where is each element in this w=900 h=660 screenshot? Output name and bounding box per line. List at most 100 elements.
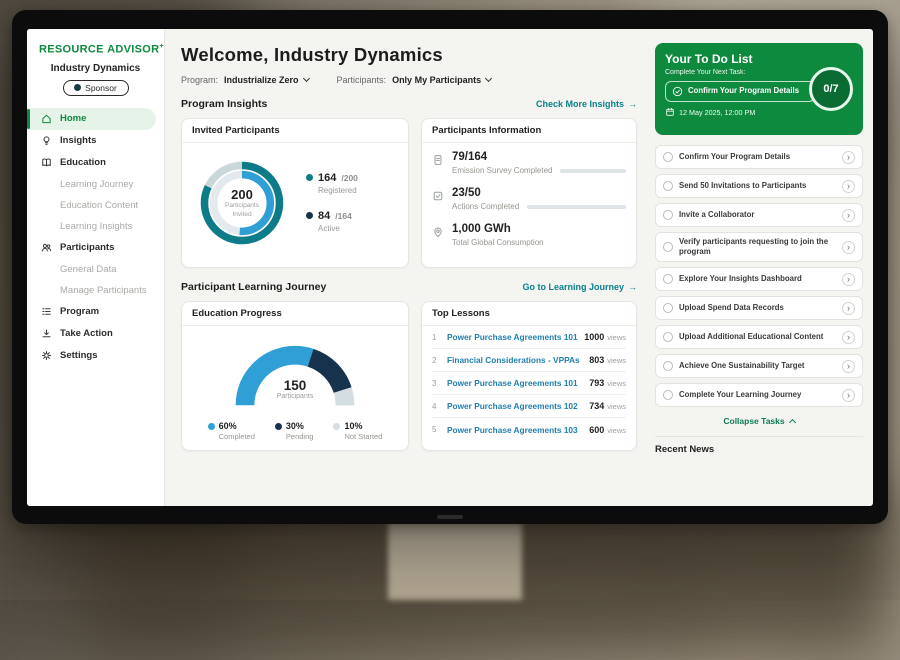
logo-primary: RESOURCE	[39, 44, 104, 56]
todo-task[interactable]: Confirm Your Program Details ›	[655, 145, 863, 169]
sidebar-item-home[interactable]: Home	[27, 108, 156, 130]
chevron-right-icon[interactable]: ›	[842, 241, 855, 254]
task-checkbox[interactable]	[663, 210, 673, 220]
chevron-right-icon[interactable]: ›	[842, 360, 855, 373]
task-label: Upload Spend Data Records	[679, 303, 836, 313]
todo-task[interactable]: Invite a Collaborator ›	[655, 203, 863, 227]
stat-row: 23/50 Actions Completed	[432, 187, 626, 211]
lesson-row: 4 Power Purchase Agreements 102 734views	[432, 395, 626, 418]
next-task-box[interactable]: Confirm Your Program Details	[665, 81, 815, 102]
task-checkbox[interactable]	[663, 274, 673, 284]
chevron-glyph: ›	[847, 391, 850, 400]
lesson-row: 3 Power Purchase Agreements 101 793views	[432, 372, 626, 395]
sponsor-badge[interactable]: Sponsor	[63, 80, 129, 96]
legend-item: 10% Not Started	[333, 421, 382, 441]
lesson-link[interactable]: Financial Considerations - VPPAs	[447, 355, 589, 365]
sidebar-item-insights[interactable]: Insights	[27, 130, 164, 152]
legend-label: Not Started	[344, 432, 382, 441]
check-more-insights-link[interactable]: Check More Insights →	[536, 99, 637, 109]
sidebar-item-take-action[interactable]: Take Action	[27, 323, 164, 345]
sidebar-item-general-data[interactable]: General Data	[27, 259, 164, 280]
program-select-value: Industrialize Zero	[224, 75, 299, 85]
task-checkbox[interactable]	[663, 242, 673, 252]
todo-task[interactable]: Upload Spend Data Records ›	[655, 296, 863, 320]
chevron-glyph: ›	[847, 333, 850, 342]
collapse-tasks-link[interactable]: Collapse Tasks	[655, 416, 863, 426]
gauge-svg	[220, 330, 370, 418]
lesson-row: 2 Financial Considerations - VPPAs 803vi…	[432, 349, 626, 372]
card-title: Participants Information	[422, 119, 636, 143]
go-to-learning-journey-link[interactable]: Go to Learning Journey →	[522, 282, 637, 292]
task-checkbox[interactable]	[663, 332, 673, 342]
sidebar-item-settings[interactable]: Settings	[27, 345, 164, 367]
task-label: Explore Your Insights Dashboard	[679, 274, 836, 284]
sidebar: RESOURCE ADVISOR+ Industry Dynamics Spon…	[27, 29, 165, 506]
sidebar-item-learning-journey[interactable]: Learning Journey	[27, 174, 164, 195]
legend-item: 84 /164 Active	[306, 210, 358, 233]
page-title: Welcome, Industry Dynamics	[181, 44, 649, 66]
task-checkbox[interactable]	[663, 361, 673, 371]
stat-value: 23/50	[452, 187, 626, 199]
legend-label: Pending	[286, 432, 314, 441]
todo-task[interactable]: Explore Your Insights Dashboard ›	[655, 267, 863, 291]
sidebar-item-manage-participants[interactable]: Manage Participants	[27, 280, 164, 301]
chevron-glyph: ›	[847, 211, 850, 220]
arrow-right-icon: →	[628, 99, 637, 109]
todo-task[interactable]: Verify participants requesting to join t…	[655, 232, 863, 262]
task-checkbox[interactable]	[663, 181, 673, 191]
participants-select[interactable]: Only My Participants	[392, 75, 491, 85]
chevron-right-icon[interactable]: ›	[842, 151, 855, 164]
todo-task[interactable]: Upload Additional Educational Content ›	[655, 325, 863, 349]
legend-item: 60% Completed	[208, 421, 255, 441]
lesson-row: 5 Power Purchase Agreements 103 600views	[432, 418, 626, 441]
program-filter-label: Program:	[181, 75, 218, 85]
todo-task[interactable]: Send 50 Invitations to Participants ›	[655, 174, 863, 198]
participants-icon	[41, 242, 53, 253]
lesson-views-value: 600	[589, 425, 604, 435]
chevron-right-icon[interactable]: ›	[842, 180, 855, 193]
chevron-right-icon[interactable]: ›	[842, 331, 855, 344]
chevron-right-icon[interactable]: ›	[842, 209, 855, 222]
chevron-right-icon[interactable]: ›	[842, 389, 855, 402]
todo-task[interactable]: Complete Your Learning Journey ›	[655, 383, 863, 407]
todo-task[interactable]: Achieve One Sustainability Target ›	[655, 354, 863, 378]
sidebar-item-label: Settings	[60, 350, 97, 361]
chevron-right-icon[interactable]: ›	[842, 273, 855, 286]
take-action-icon	[41, 328, 53, 339]
sidebar-item-education[interactable]: Education	[27, 152, 164, 174]
todo-summary-card: Your To Do List Complete Your Next Task:…	[655, 43, 863, 135]
lesson-link[interactable]: Power Purchase Agreements 103	[447, 425, 589, 435]
lesson-link[interactable]: Power Purchase Agreements 101	[447, 378, 589, 388]
chevron-glyph: ›	[847, 275, 850, 284]
lesson-link[interactable]: Power Purchase Agreements 102	[447, 401, 589, 411]
stat-value: 79/164	[452, 151, 626, 163]
legend-dot	[208, 423, 215, 430]
program-icon	[41, 306, 53, 317]
lesson-views-value: 734	[589, 401, 604, 411]
task-checkbox[interactable]	[663, 303, 673, 313]
sidebar-item-label: Manage Participants	[60, 285, 147, 296]
sidebar-item-participants[interactable]: Participants	[27, 237, 164, 259]
donut-legend: 164 /200 Registered 84 /164	[306, 172, 358, 233]
todo-panel: Your To Do List Complete Your Next Task:…	[649, 29, 873, 506]
sidebar-item-label: Insights	[60, 135, 96, 146]
sidebar-item-learning-insights[interactable]: Learning Insights	[27, 216, 164, 237]
calendar-icon	[665, 107, 675, 117]
todo-task-list: Confirm Your Program Details › Send 50 I…	[655, 145, 863, 407]
task-checkbox[interactable]	[663, 152, 673, 162]
lesson-link[interactable]: Power Purchase Agreements 101	[447, 332, 584, 342]
sidebar-item-education-content[interactable]: Education Content	[27, 195, 164, 216]
task-checkbox[interactable]	[663, 390, 673, 400]
sidebar-item-label: Learning Insights	[60, 221, 132, 232]
lesson-views: 793views	[589, 378, 626, 388]
program-select[interactable]: Industrialize Zero	[224, 75, 309, 85]
sidebar-item-program[interactable]: Program	[27, 301, 164, 323]
survey-icon	[432, 151, 444, 175]
todo-title: Your To Do List	[665, 52, 853, 66]
legend-total: /164	[335, 211, 352, 221]
sidebar-item-label: Education Content	[60, 200, 138, 211]
gauge-center-value: 150	[220, 378, 370, 393]
participants-information-card: Participants Information 79/164 Emission…	[421, 118, 637, 268]
chevron-down-icon	[302, 75, 309, 82]
chevron-right-icon[interactable]: ›	[842, 302, 855, 315]
